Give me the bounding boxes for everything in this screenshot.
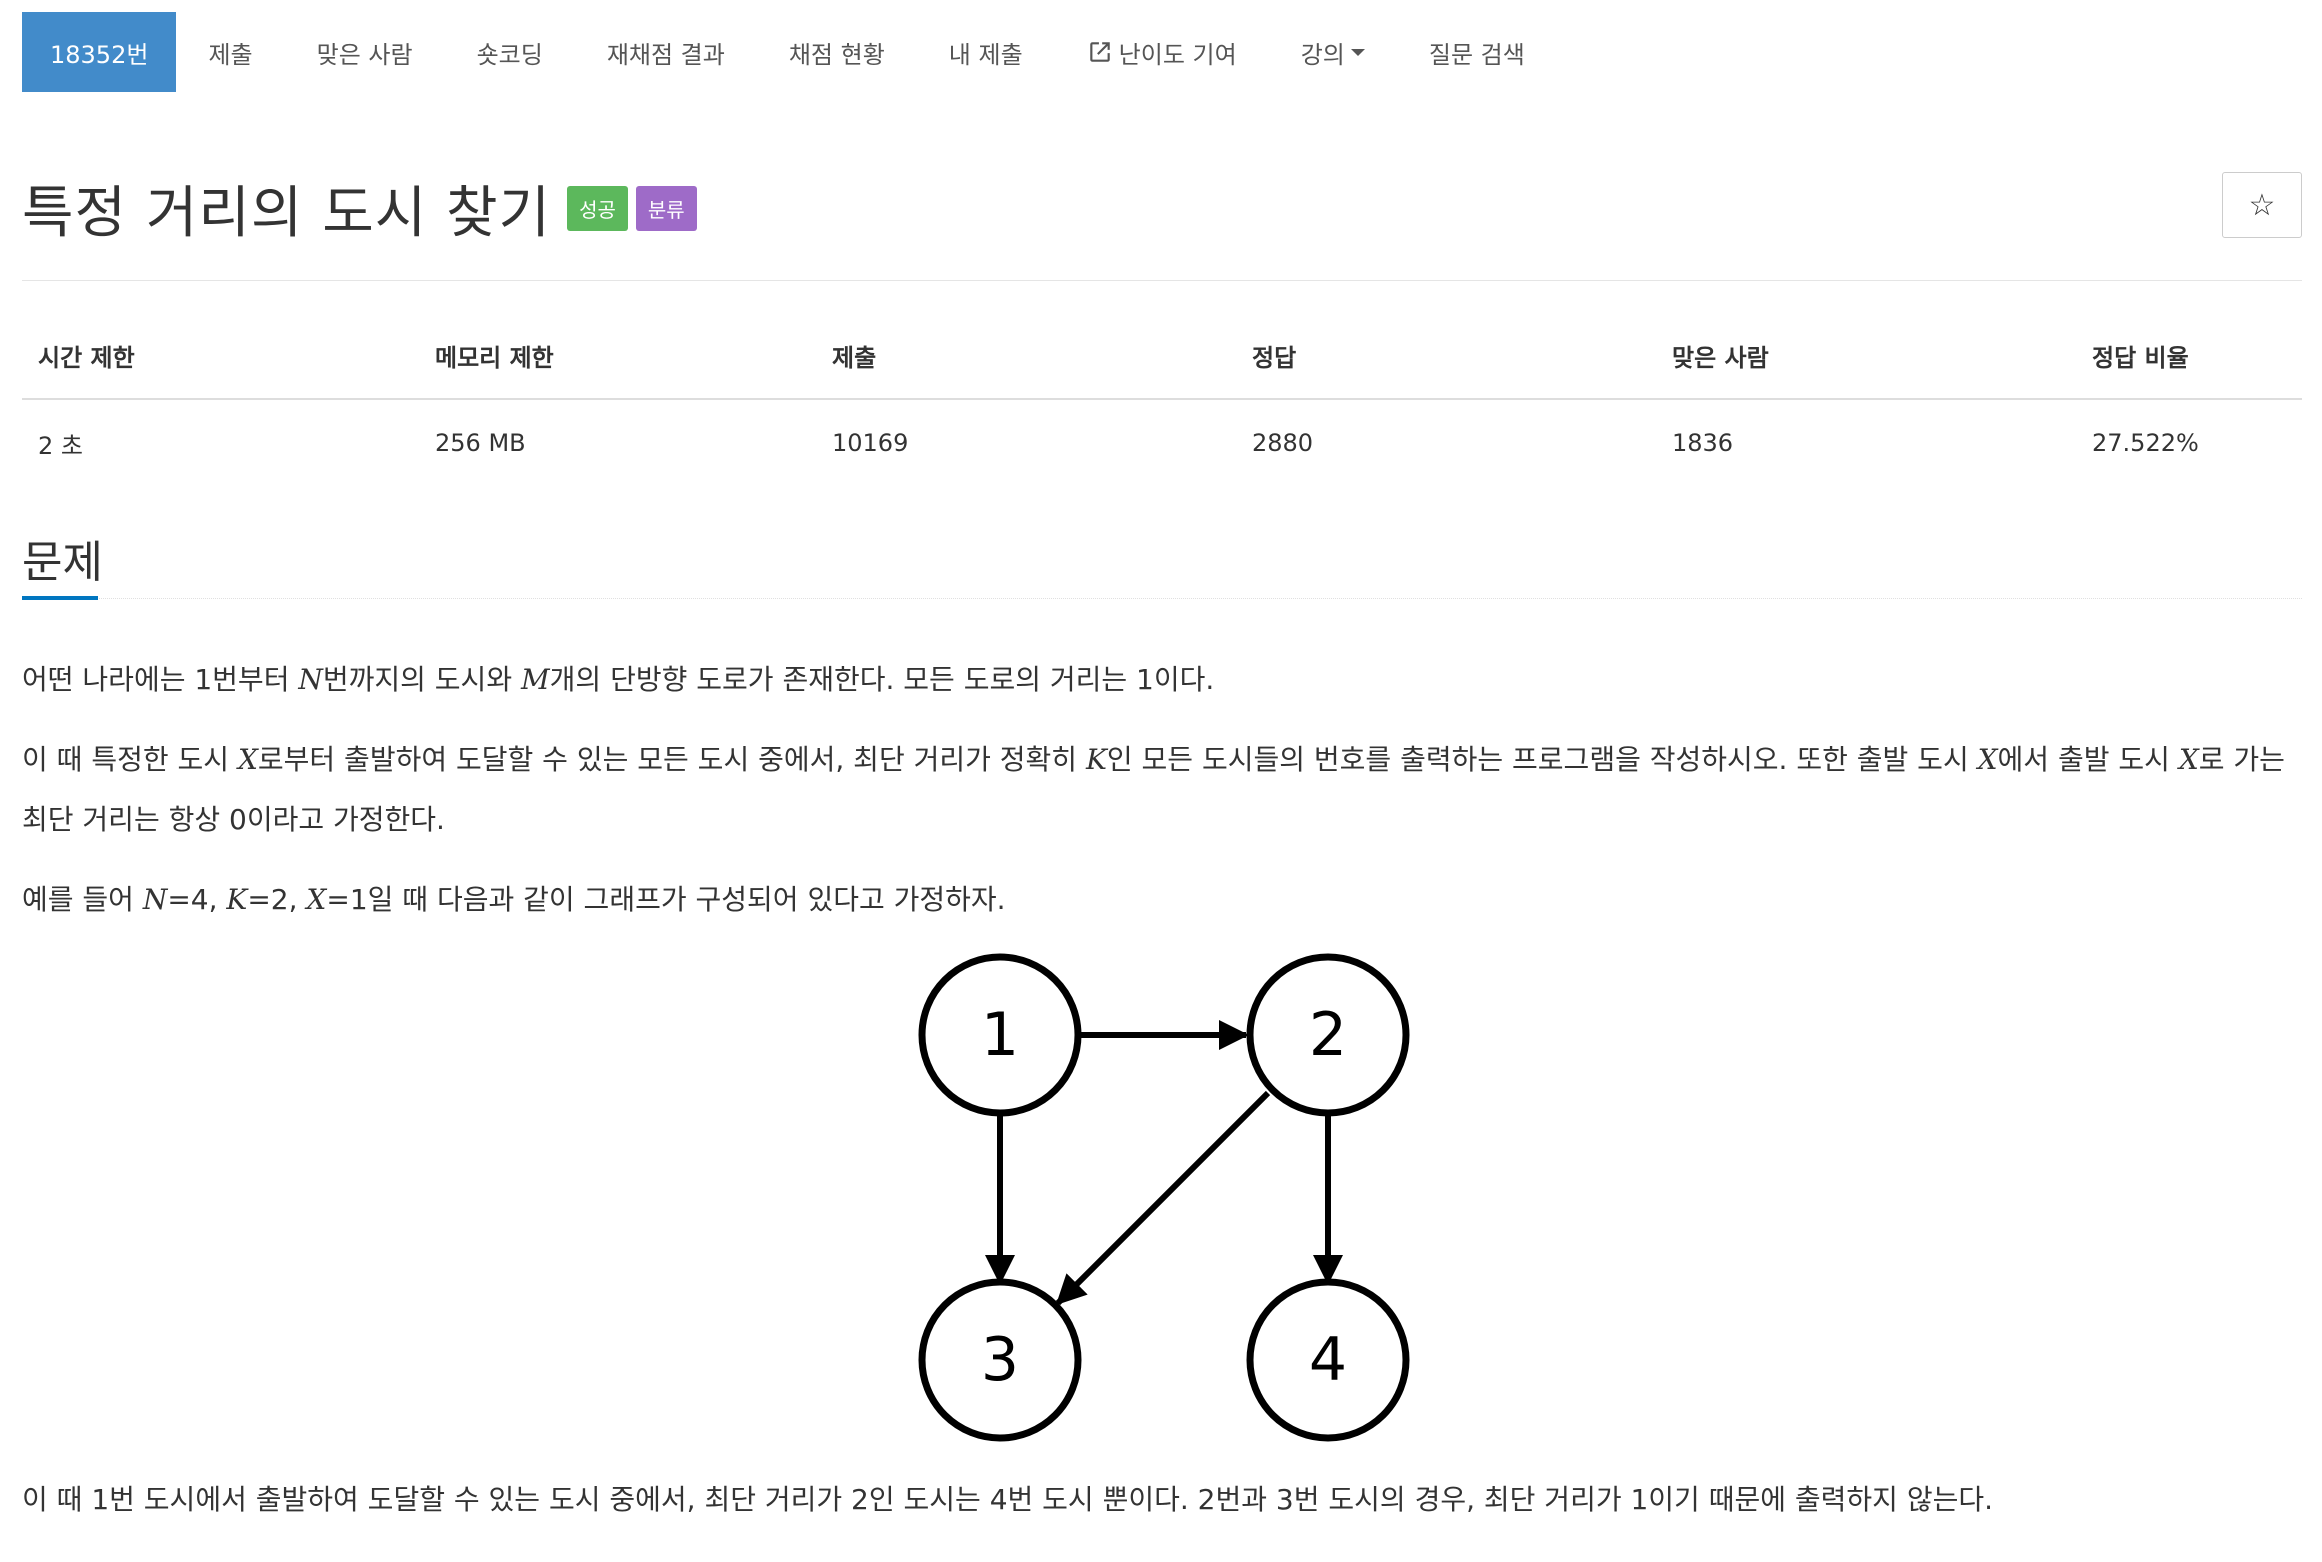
nav-submit[interactable]: 제출 — [176, 12, 284, 92]
text: 예를 들어 — [22, 883, 143, 916]
example-graph-image: 1 2 3 4 — [918, 953, 1410, 1442]
problem-nav: 18352번 제출 맞은 사람 숏코딩 재채점 결과 채점 현황 내 제출 난이… — [22, 12, 1557, 92]
var-x: X — [237, 743, 258, 776]
header-memory-limit: 메모리 제한 — [419, 332, 816, 400]
external-link-icon — [1089, 42, 1110, 62]
graph-edge-2-3 — [1055, 1090, 1271, 1306]
text: =1일 때 다음과 같이 그래프가 구성되어 있다고 가정하자. — [326, 883, 1006, 916]
caret-down-icon — [1350, 48, 1365, 56]
text: =4, — [167, 883, 227, 916]
nav-problem-id[interactable]: 18352번 — [22, 12, 177, 92]
header-solved-users: 맞은 사람 — [1656, 332, 2076, 400]
table-row: 2 초 256 MB 10169 2880 1836 27.522% — [22, 399, 2302, 466]
nav-lectures-label: 강의 — [1300, 40, 1345, 69]
nav-contribute-difficulty-label: 난이도 기여 — [1118, 40, 1237, 69]
header-submissions: 제출 — [816, 332, 1236, 400]
success-badge: 성공 — [567, 186, 628, 231]
problem-paragraph-1: 어떤 나라에는 1번부터 N번까지의 도시와 M개의 단방향 도로가 존재한다.… — [22, 650, 2312, 710]
nav-question-search[interactable]: 질문 검색 — [1397, 12, 1557, 92]
graph-node-3: 3 — [918, 1278, 1082, 1442]
nav-solved-users[interactable]: 맞은 사람 — [285, 12, 445, 92]
var-n: N — [142, 883, 168, 916]
star-button[interactable]: ☆ — [2222, 172, 2302, 238]
nav-contribute-difficulty[interactable]: 난이도 기여 — [1055, 12, 1269, 92]
text: 어떤 나라에는 1번부터 — [22, 663, 299, 696]
var-x: X — [306, 883, 327, 916]
page-title: 특정 거리의 도시 찾기 — [22, 181, 552, 246]
text: 로부터 출발하여 도달할 수 있는 모든 도시 중에서, 최단 거리가 정확히 — [257, 743, 1086, 776]
graph-node-label: 1 — [981, 1000, 1019, 1070]
text: 에서 출발 도시 — [1997, 743, 2179, 776]
nav-judge-status[interactable]: 채점 현황 — [757, 12, 917, 92]
value-memory-limit: 256 MB — [435, 429, 526, 457]
var-k: K — [226, 883, 248, 916]
graph-node-label: 2 — [1309, 1000, 1347, 1070]
var-n: N — [298, 663, 323, 696]
text: 개의 단방향 도로가 존재한다. 모든 도로의 거리는 1이다. — [549, 663, 1215, 696]
text: 인 모든 도시들의 번호를 출력하는 프로그램을 작성하시오. 또한 출발 도시 — [1106, 743, 1978, 776]
table-header-row: 시간 제한 메모리 제한 제출 정답 맞은 사람 정답 비율 — [22, 332, 2302, 400]
problem-paragraph-2: 이 때 특정한 도시 X로부터 출발하여 도달할 수 있는 모든 도시 중에서,… — [22, 730, 2312, 850]
nav-lectures-dropdown[interactable]: 강의 — [1269, 12, 1397, 92]
header-correct-ratio: 정답 비율 — [2076, 332, 2302, 400]
section-divider — [22, 598, 2302, 599]
title-row: 특정 거리의 도시 찾기 성공 분류 — [22, 168, 697, 249]
text: 번까지의 도시와 — [322, 663, 521, 696]
var-k: K — [1085, 743, 1107, 776]
text: =2, — [247, 883, 307, 916]
header-time-limit: 시간 제한 — [22, 332, 419, 400]
problem-paragraph-3: 예를 들어 N=4, K=2, X=1일 때 다음과 같이 그래프가 구성되어 … — [22, 870, 2312, 930]
graph-node-label: 3 — [981, 1325, 1019, 1395]
section-underline — [22, 596, 98, 600]
graph-node-4: 4 — [1246, 1278, 1410, 1442]
var-m: M — [520, 663, 550, 696]
var-x: X — [2178, 743, 2199, 776]
header-correct: 정답 — [1236, 332, 1656, 400]
graph-node-2: 2 — [1246, 953, 1410, 1117]
value-solved-users: 1836 — [1672, 429, 1734, 457]
var-x: X — [1977, 743, 1998, 776]
value-time-limit: 2 초 — [38, 431, 83, 460]
section-title-problem: 문제 — [22, 537, 103, 588]
problem-info-table: 시간 제한 메모리 제한 제출 정답 맞은 사람 정답 비율 2 초 256 M… — [22, 332, 2302, 466]
graph-node-1: 1 — [918, 953, 1082, 1117]
nav-my-submissions[interactable]: 내 제출 — [917, 12, 1055, 92]
problem-page: 18352번 제출 맞은 사람 숏코딩 재채점 결과 채점 현황 내 제출 난이… — [0, 0, 2322, 1562]
star-icon: ☆ — [2248, 187, 2276, 223]
nav-shortest-code[interactable]: 숏코딩 — [445, 12, 575, 92]
category-badge[interactable]: 분류 — [635, 186, 697, 231]
nav-rejudge-result[interactable]: 재채점 결과 — [575, 12, 757, 92]
value-correct: 2880 — [1252, 429, 1314, 457]
value-submissions: 10169 — [832, 429, 909, 457]
problem-paragraph-4: 이 때 1번 도시에서 출발하여 도달할 수 있는 도시 중에서, 최단 거리가… — [22, 1483, 1994, 1516]
value-correct-ratio: 27.522% — [2092, 429, 2199, 457]
title-divider — [22, 280, 2302, 281]
graph-node-label: 4 — [1309, 1325, 1347, 1395]
text: 이 때 특정한 도시 — [22, 743, 238, 776]
